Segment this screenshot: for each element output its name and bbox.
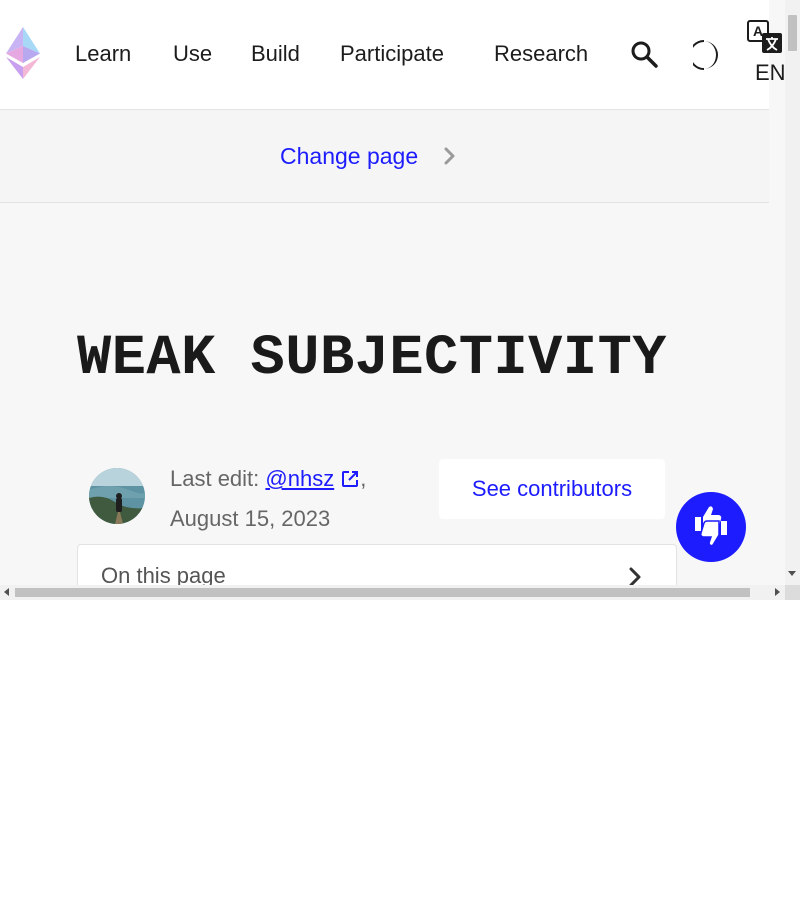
last-edit-date: August 15, 2023 xyxy=(170,506,331,531)
nav-item-learn[interactable]: Learn xyxy=(75,40,131,68)
language-label[interactable]: EN xyxy=(755,60,785,86)
horizontal-scrollbar-thumb[interactable] xyxy=(15,588,750,597)
external-link-icon[interactable] xyxy=(340,463,360,500)
change-page-bar: Change page xyxy=(0,110,769,203)
avatar[interactable] xyxy=(89,468,145,524)
chevron-right-icon xyxy=(625,566,645,585)
search-icon[interactable] xyxy=(630,40,658,73)
dark-mode-icon[interactable] xyxy=(689,40,719,75)
thumbs-up-down-icon xyxy=(689,501,733,554)
svg-text:A: A xyxy=(753,23,763,39)
nav-item-research[interactable]: Research xyxy=(494,40,588,68)
nav-item-participate[interactable]: Participate xyxy=(340,40,444,68)
chevron-right-icon[interactable] xyxy=(441,146,459,171)
author-link[interactable]: @nhsz xyxy=(265,466,334,491)
last-edit-meta: Last edit: @nhsz, August 15, 2023 xyxy=(170,460,366,537)
toc-label: On this page xyxy=(101,563,226,585)
scrollbar-corner xyxy=(785,585,800,600)
scroll-left-arrow-icon[interactable] xyxy=(4,588,9,596)
page-title: WEAK SUBJECTIVITY xyxy=(77,327,667,391)
ethereum-logo[interactable] xyxy=(6,27,40,79)
nav-item-build[interactable]: Build xyxy=(251,40,300,68)
change-page-link[interactable]: Change page xyxy=(280,142,418,170)
vertical-scrollbar-thumb[interactable] xyxy=(788,15,797,51)
vertical-scrollbar[interactable] xyxy=(785,0,800,585)
feedback-button[interactable] xyxy=(676,492,746,562)
on-this-page-toggle[interactable]: On this page xyxy=(77,544,677,585)
page-viewport: Learn Use Build Participate Research A E… xyxy=(0,0,785,585)
translate-icon[interactable]: A xyxy=(746,19,784,60)
see-contributors-button[interactable]: See contributors xyxy=(439,459,665,519)
horizontal-scrollbar[interactable] xyxy=(0,585,785,600)
scroll-down-arrow-icon[interactable] xyxy=(788,571,796,576)
last-edit-label: Last edit: xyxy=(170,466,260,491)
nav-item-use[interactable]: Use xyxy=(173,40,212,68)
top-navigation: Learn Use Build Participate Research A E… xyxy=(0,0,785,110)
scroll-right-arrow-icon[interactable] xyxy=(775,588,780,596)
author-suffix: , xyxy=(360,466,367,491)
